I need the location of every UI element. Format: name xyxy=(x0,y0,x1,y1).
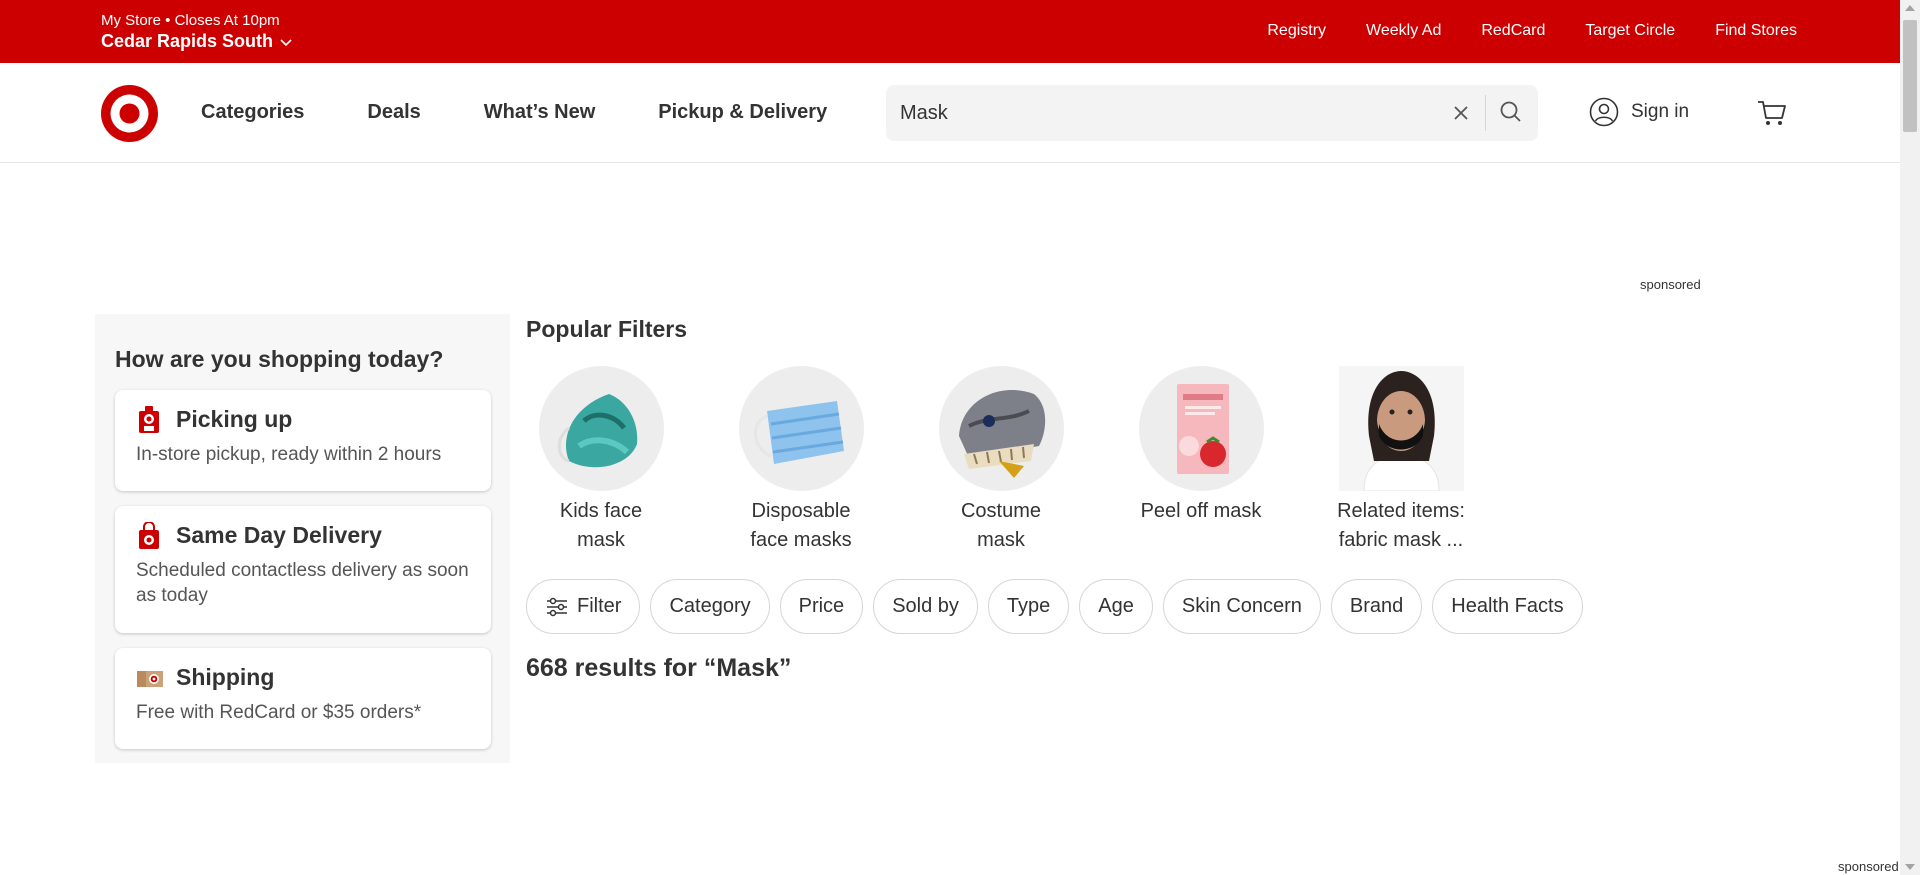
target-logo-icon[interactable] xyxy=(101,85,158,142)
costume-mask-image xyxy=(938,366,1064,491)
filter-button[interactable]: Filter xyxy=(526,579,641,634)
filter-label-line1: Costume xyxy=(960,500,1042,522)
store-selector[interactable]: Cedar Rapids South xyxy=(101,31,293,52)
picking-up-option[interactable]: Picking up In-store pickup, ready within… xyxy=(115,390,491,491)
shipping-option[interactable]: Shipping Free with RedCard or $35 orders… xyxy=(115,648,491,749)
health-facts-chip[interactable]: Health Facts xyxy=(1432,579,1583,634)
filter-costume-mask[interactable]: Costume mask xyxy=(916,366,1086,555)
search-box xyxy=(886,85,1538,141)
filter-label-line1: Kids face xyxy=(559,500,643,522)
kids-face-mask-image xyxy=(538,366,664,491)
chevron-down-icon xyxy=(280,38,292,46)
popular-filters-title: Popular Filters xyxy=(526,316,688,342)
cart-icon[interactable] xyxy=(1756,97,1788,129)
results-count: 668 results for “Mask” xyxy=(526,654,792,682)
filter-peel-off-mask[interactable]: Peel off mask xyxy=(1116,366,1286,526)
same-day-delivery-option[interactable]: Same Day Delivery Scheduled contactless … xyxy=(115,506,491,633)
utility-bar: My Store • Closes At 10pm Cedar Rapids S… xyxy=(0,0,1900,63)
utility-links: Registry Weekly Ad RedCard Target Circle… xyxy=(1267,22,1797,40)
fabric-mask-image xyxy=(1338,366,1464,491)
sign-in-button[interactable]: Sign in xyxy=(1589,97,1689,127)
filter-chips: Filter Category Price Sold by Type Age S… xyxy=(526,579,1583,634)
store-pickup-icon xyxy=(139,406,159,433)
same-day-delivery-desc: Scheduled contactless delivery as soon a… xyxy=(136,560,469,606)
search-icon[interactable] xyxy=(1498,99,1524,125)
nav-deals[interactable]: Deals xyxy=(367,101,420,124)
main-header: Categories Deals What’s New Pickup & Del… xyxy=(0,63,1900,163)
same-day-delivery-title: Same Day Delivery xyxy=(176,522,382,548)
filter-disposable-face-masks[interactable]: Disposable face masks xyxy=(716,366,886,555)
registry-link[interactable]: Registry xyxy=(1267,22,1326,40)
sold-by-chip[interactable]: Sold by xyxy=(873,579,978,634)
filter-label-line2: mask xyxy=(977,529,1025,551)
main-nav: Categories Deals What’s New Pickup & Del… xyxy=(201,101,890,124)
filter-kids-face-mask[interactable]: Kids face mask xyxy=(516,366,686,555)
scroll-up-icon[interactable] xyxy=(1905,5,1915,11)
brand-chip[interactable]: Brand xyxy=(1330,579,1423,634)
shipping-title: Shipping xyxy=(176,664,275,690)
scroll-down-icon[interactable] xyxy=(1905,864,1915,870)
filter-related-fabric-mask[interactable]: Related items: fabric mask ... xyxy=(1316,366,1486,555)
price-chip[interactable]: Price xyxy=(779,579,864,634)
filter-label-line2: face masks xyxy=(750,529,852,551)
sponsored-bottom[interactable]: sponsored xyxy=(1838,859,1899,874)
filter-label-line1: Disposable xyxy=(751,500,851,522)
shopping-method-panel: How are you shopping today? Picking up I… xyxy=(95,314,510,763)
filter-label-line2: mask xyxy=(577,529,625,551)
search-input[interactable] xyxy=(900,85,1400,141)
picking-up-title: Picking up xyxy=(176,406,293,432)
filter-label-line2: fabric mask ... xyxy=(1338,529,1464,551)
peel-off-mask-image xyxy=(1138,366,1264,491)
age-chip[interactable]: Age xyxy=(1079,579,1153,634)
account-icon xyxy=(1589,97,1619,127)
search-divider xyxy=(1485,95,1486,131)
skin-concern-chip[interactable]: Skin Concern xyxy=(1162,579,1321,634)
redcard-link[interactable]: RedCard xyxy=(1481,22,1545,40)
page-scrollbar[interactable] xyxy=(1900,0,1920,875)
sponsored-bottom-label: sponsored xyxy=(1838,859,1899,874)
find-stores-link[interactable]: Find Stores xyxy=(1715,22,1797,40)
store-name: Cedar Rapids South xyxy=(101,31,274,51)
scroll-thumb[interactable] xyxy=(1903,20,1917,132)
shipping-desc: Free with RedCard or $35 orders* xyxy=(136,702,422,723)
filter-button-label: Filter xyxy=(577,595,622,617)
shopping-bag-icon xyxy=(139,522,159,549)
store-hours: My Store • Closes At 10pm xyxy=(101,12,280,29)
disposable-mask-image xyxy=(738,366,864,491)
weekly-ad-link[interactable]: Weekly Ad xyxy=(1366,22,1441,40)
picking-up-desc: In-store pickup, ready within 2 hours xyxy=(136,444,442,465)
type-chip[interactable]: Type xyxy=(987,579,1070,634)
category-chip[interactable]: Category xyxy=(650,579,770,634)
close-icon[interactable] xyxy=(1449,101,1473,125)
sliders-icon xyxy=(547,597,567,616)
target-circle-link[interactable]: Target Circle xyxy=(1585,22,1675,40)
shipping-box-icon xyxy=(137,671,163,687)
nav-whats-new[interactable]: What’s New xyxy=(484,101,596,124)
shopping-method-title: How are you shopping today? xyxy=(115,346,444,372)
nav-pickup-delivery[interactable]: Pickup & Delivery xyxy=(658,101,827,124)
sign-in-label: Sign in xyxy=(1631,101,1690,122)
sponsored-label: sponsored xyxy=(1640,277,1701,292)
nav-categories[interactable]: Categories xyxy=(201,101,304,124)
filter-label-line1: Peel off mask xyxy=(1140,500,1262,522)
filter-label-line1: Related items: xyxy=(1337,500,1465,522)
